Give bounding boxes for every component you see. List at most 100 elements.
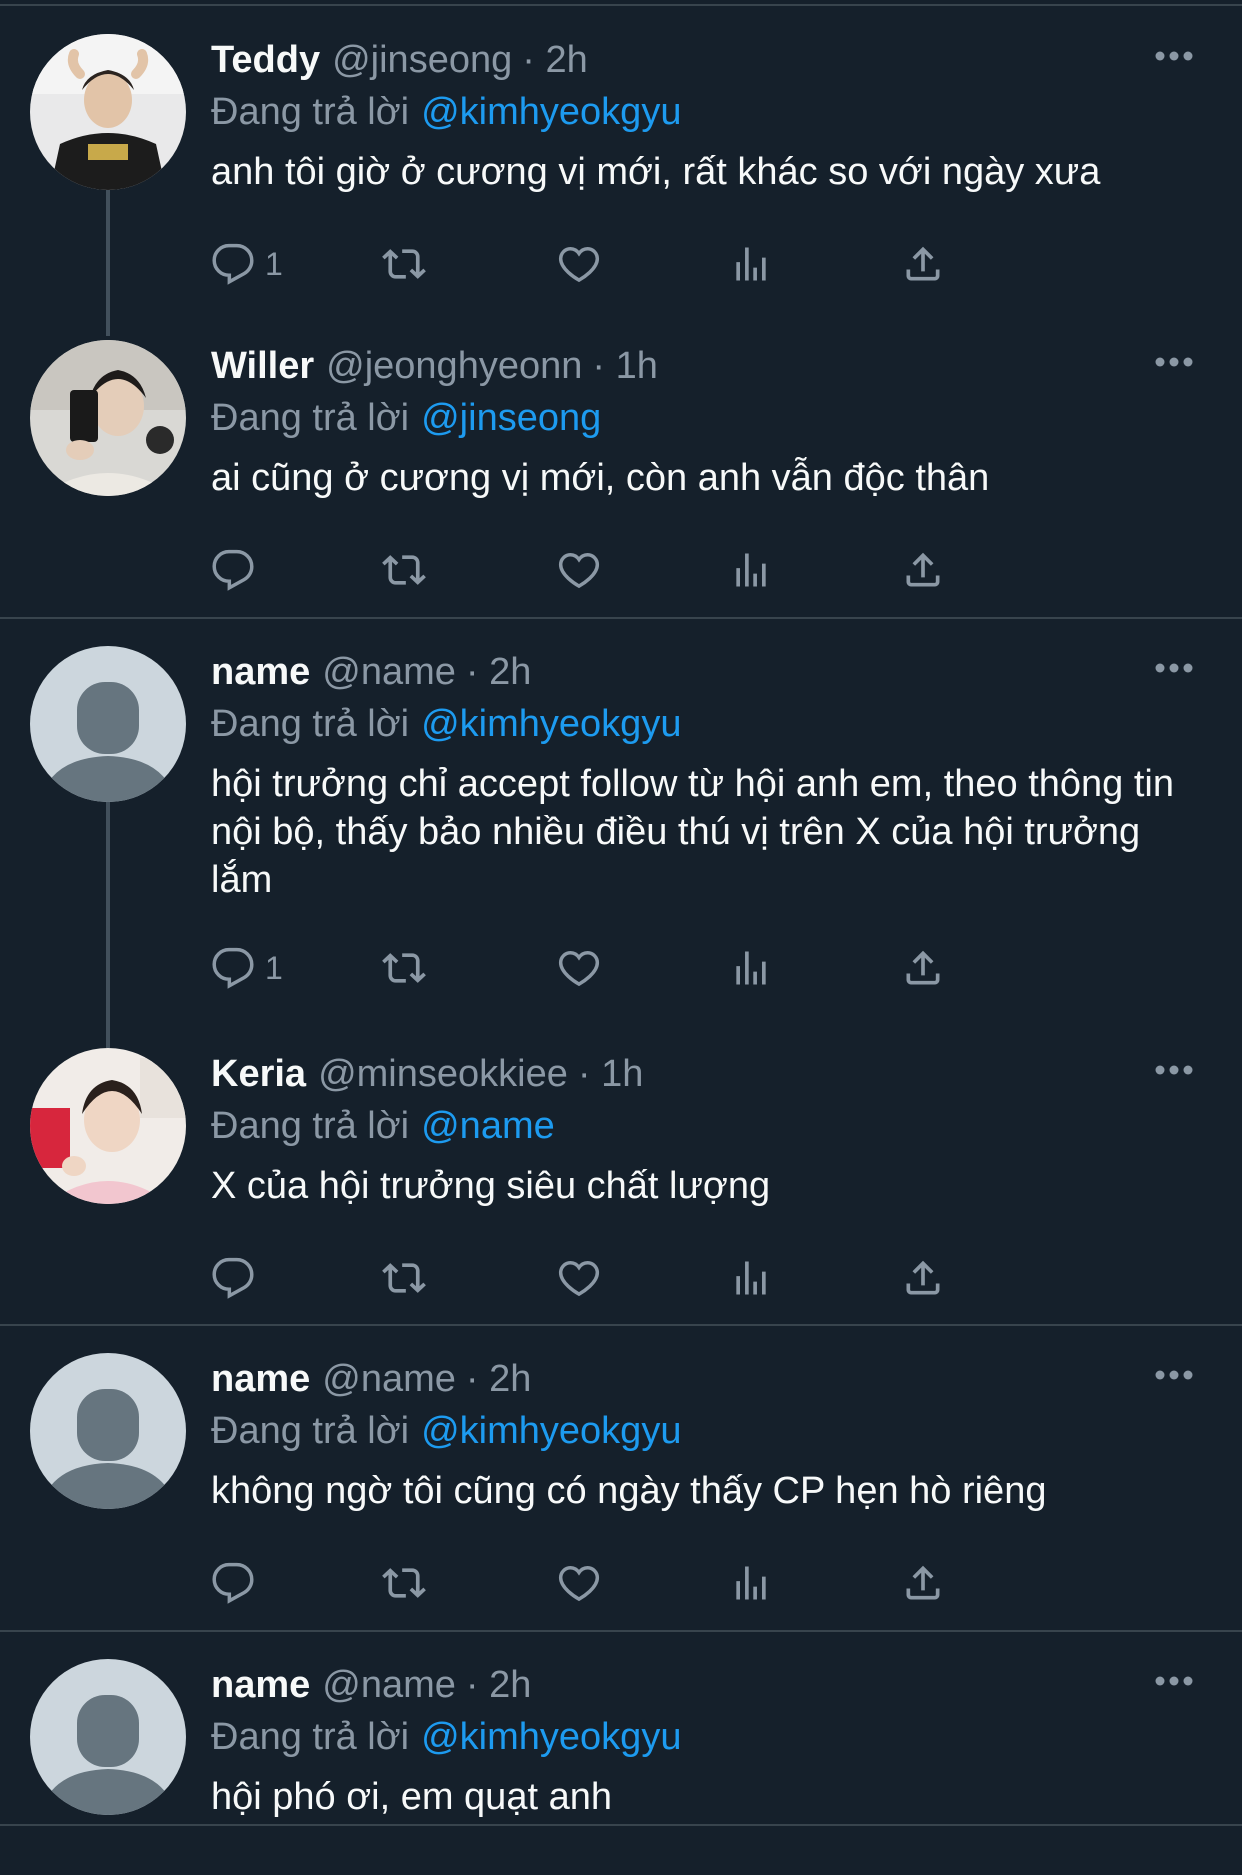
author-handle[interactable]: @name [322,651,456,694]
share-button[interactable] [901,234,945,294]
tweet[interactable]: name @name · 2h Đang trả lời @kimhyeokgy… [0,1659,1242,1829]
avatar[interactable] [30,1659,186,1815]
like-button[interactable] [556,234,602,294]
reply-icon [212,947,254,989]
views-button[interactable] [729,1248,773,1308]
tweet-timestamp[interactable]: · 2h [522,39,587,82]
like-button[interactable] [556,938,602,998]
tweet[interactable]: Keria @minseokkiee · 1h Đang trả lời @na… [0,1048,1242,1299]
replying-to-label: Đang trả lời [211,1104,410,1147]
avatar[interactable] [30,340,186,496]
divider [0,4,1242,6]
author-name[interactable]: Teddy [211,39,320,82]
replying-to-label: Đang trả lời [211,1715,410,1758]
retweet-button[interactable] [381,938,427,998]
author-handle[interactable]: @jeonghyeonn [326,345,582,388]
reply-mention-link[interactable]: @kimhyeokgyu [421,1410,681,1453]
author-name[interactable]: name [211,1358,310,1401]
tweet-timestamp[interactable]: · 2h [466,651,531,694]
replying-to-label: Đang trả lời [211,396,410,439]
tweet[interactable]: Willer @jeonghyeonn · 1h Đang trả lời @j… [0,340,1242,591]
reply-mention-link[interactable]: @jinseong [421,397,601,440]
author-handle[interactable]: @minseokkiee [318,1053,568,1096]
more-options-icon[interactable] [1146,1355,1202,1395]
tweet-timestamp[interactable]: · 1h [592,345,657,388]
more-options-icon[interactable] [1146,648,1202,688]
analytics-icon [736,951,766,985]
tweet[interactable]: name @name · 2h Đang trả lời @kimhyeokgy… [0,646,1242,989]
analytics-icon [736,553,766,587]
reply-count: 1 [265,949,283,986]
more-options-icon[interactable] [1146,1050,1202,1090]
views-button[interactable] [729,540,773,600]
analytics-icon [736,1261,766,1295]
share-button[interactable] [901,1553,945,1613]
share-button[interactable] [901,540,945,600]
reply-button[interactable] [211,1553,265,1613]
avatar[interactable] [30,34,186,190]
default-user-icon [30,1659,186,1815]
like-button[interactable] [556,540,602,600]
share-button[interactable] [901,938,945,998]
views-button[interactable] [729,1553,773,1613]
heart-icon [558,1261,600,1297]
avatar[interactable] [30,1353,186,1509]
analytics-icon [736,247,766,281]
author-name[interactable]: name [211,1664,310,1707]
tweet[interactable]: Teddy @jinseong · 2h Đang trả lời @kimhy… [0,34,1242,285]
retweet-icon [382,249,426,279]
heart-icon [558,553,600,589]
reply-button[interactable] [211,1248,265,1308]
retweet-button[interactable] [381,1248,427,1308]
reply-mention-link[interactable]: @name [421,1105,555,1148]
views-button[interactable] [729,234,773,294]
tweet-actions [211,1248,1141,1308]
reply-button[interactable]: 1 [211,234,283,294]
tweet-timestamp[interactable]: · 2h [466,1664,531,1707]
avatar[interactable] [30,646,186,802]
retweet-button[interactable] [381,234,427,294]
author-handle[interactable]: @name [322,1358,456,1401]
author-name[interactable]: name [211,651,310,694]
heart-icon [558,247,600,283]
heart-icon [558,951,600,987]
retweet-button[interactable] [381,1553,427,1613]
more-options-icon[interactable] [1146,342,1202,382]
share-icon [906,1565,940,1600]
reply-icon [212,243,254,285]
tweet[interactable]: name @name · 2h Đang trả lời @kimhyeokgy… [0,1353,1242,1604]
retweet-icon [382,1263,426,1293]
author-handle[interactable]: @jinseong [332,39,512,82]
retweet-icon [382,953,426,983]
reply-mention-link[interactable]: @kimhyeokgyu [421,91,681,134]
retweet-button[interactable] [381,540,427,600]
tweet-text: hội phó ơi, em quạt anh [211,1776,612,1818]
replying-to: Đang trả lời @kimhyeokgyu [211,1711,1202,1763]
retweet-icon [382,555,426,585]
author-name[interactable]: Willer [211,345,314,388]
reply-button[interactable] [211,540,265,600]
views-button[interactable] [729,938,773,998]
like-button[interactable] [556,1553,602,1613]
reply-mention-link[interactable]: @kimhyeokgyu [421,1716,681,1759]
share-icon [906,246,940,281]
avatar-photo [30,1048,186,1204]
author-name[interactable]: Keria [211,1053,306,1096]
default-user-icon [30,1353,186,1509]
share-button[interactable] [901,1248,945,1308]
more-options-icon[interactable] [1146,1661,1202,1701]
tweet-timestamp[interactable]: · 1h [578,1053,643,1096]
reply-button[interactable]: 1 [211,938,283,998]
reply-mention-link[interactable]: @kimhyeokgyu [421,703,681,746]
like-button[interactable] [556,1248,602,1308]
divider [0,1630,1242,1632]
avatar[interactable] [30,1048,186,1204]
author-handle[interactable]: @name [322,1664,456,1707]
tweet-text: anh tôi giờ ở cương vị mới, rất khác so … [211,151,1101,193]
share-icon [906,1260,940,1295]
tweet-timestamp[interactable]: · 2h [466,1358,531,1401]
more-options-icon[interactable] [1146,36,1202,76]
reply-icon [212,549,254,591]
retweet-icon [382,1568,426,1598]
replying-to-label: Đang trả lời [211,90,410,133]
